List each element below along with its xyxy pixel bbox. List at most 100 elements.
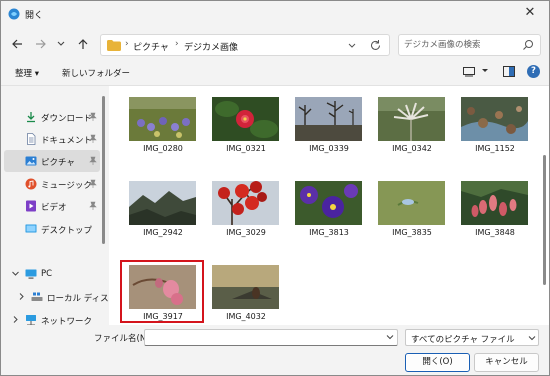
back-arrow-icon[interactable] bbox=[10, 37, 24, 51]
sidebar-item-label: ドキュメント bbox=[41, 136, 93, 146]
pin-icon[interactable] bbox=[89, 179, 97, 188]
pin-icon[interactable] bbox=[89, 201, 97, 210]
image-thumbnail bbox=[129, 97, 196, 141]
network-icon bbox=[26, 315, 36, 325]
file-name: IMG_1152 bbox=[475, 144, 515, 153]
file-name: IMG_3029 bbox=[226, 228, 266, 237]
file-name: IMG_2942 bbox=[143, 228, 183, 237]
sidebar-item-videos[interactable]: ビデオ bbox=[4, 195, 100, 217]
address-dropdown-icon[interactable] bbox=[347, 41, 357, 51]
search-box[interactable] bbox=[398, 34, 541, 56]
command-bar: 整理 ▾ 新しいフォルダー ? bbox=[1, 59, 549, 86]
file-name: IMG_4032 bbox=[226, 312, 266, 321]
image-thumbnail bbox=[212, 181, 279, 225]
file-item[interactable]: IMG_0339 bbox=[289, 86, 369, 158]
pin-icon[interactable] bbox=[89, 112, 97, 121]
filename-dropdown-icon[interactable] bbox=[386, 333, 394, 341]
breadcrumb-camera-images[interactable]: デジカメ画像 bbox=[184, 40, 238, 53]
file-item[interactable]: IMG_3813 bbox=[289, 170, 369, 242]
image-thumbnail bbox=[295, 97, 362, 141]
search-input[interactable] bbox=[404, 38, 516, 52]
image-thumbnail bbox=[461, 97, 528, 141]
sidebar-item-label: ミュージック bbox=[41, 181, 92, 191]
disk-icon bbox=[31, 292, 43, 301]
file-name: IMG_0339 bbox=[309, 144, 349, 153]
scrollbar-thumb[interactable] bbox=[102, 96, 105, 244]
sidebar-scrollbar[interactable] bbox=[102, 88, 106, 288]
file-name: IMG_0342 bbox=[392, 144, 432, 153]
breadcrumb-pictures[interactable]: ピクチャ bbox=[133, 40, 169, 53]
open-button[interactable]: 開く(O) bbox=[405, 353, 470, 372]
view-mode-icon[interactable] bbox=[463, 67, 475, 77]
pictures-icon bbox=[25, 156, 37, 166]
cancel-button[interactable]: キャンセル bbox=[474, 353, 539, 372]
image-thumbnail bbox=[378, 97, 445, 141]
file-item[interactable]: IMG_0280 bbox=[123, 86, 203, 158]
file-name: IMG_3813 bbox=[309, 228, 349, 237]
folder-icon bbox=[107, 40, 121, 51]
desktop-icon bbox=[25, 224, 37, 233]
chevron-right-icon[interactable] bbox=[17, 292, 26, 301]
file-item[interactable]: IMG_0321 bbox=[206, 86, 286, 158]
image-thumbnail bbox=[378, 181, 445, 225]
sidebar-item-pictures[interactable]: ピクチャ bbox=[4, 150, 100, 172]
sidebar-item-label: ネットワーク bbox=[41, 317, 93, 325]
file-name: IMG_0321 bbox=[226, 144, 266, 153]
sidebar-item-local-disk[interactable]: ローカル ディスク bbox=[4, 286, 109, 308]
pc-icon bbox=[25, 269, 37, 279]
close-button[interactable]: ✕ bbox=[523, 6, 537, 20]
image-thumbnail bbox=[461, 181, 528, 225]
address-bar[interactable]: › ピクチャ › デジカメ画像 bbox=[100, 34, 390, 56]
video-icon bbox=[26, 200, 36, 212]
sidebar-item-desktop[interactable]: デスクトップ bbox=[4, 218, 100, 240]
scrollbar-thumb[interactable] bbox=[543, 155, 546, 285]
file-name: IMG_3848 bbox=[475, 228, 515, 237]
image-thumbnail bbox=[212, 97, 279, 141]
open-file-dialog: 開く ✕ › ピクチャ › デジカメ画像 デジカメ画像の検索 整理 ▾ 新しいフ… bbox=[0, 0, 550, 376]
help-icon[interactable]: ? bbox=[527, 65, 540, 78]
document-icon bbox=[27, 133, 36, 145]
search-icon[interactable] bbox=[522, 39, 534, 51]
new-folder-button[interactable]: 新しいフォルダー bbox=[62, 67, 130, 79]
app-icon bbox=[8, 8, 20, 20]
sidebar-item-network[interactable]: ネットワーク bbox=[4, 309, 100, 325]
forward-arrow-icon[interactable] bbox=[34, 37, 48, 51]
organize-menu-button[interactable]: 整理 ▾ bbox=[15, 67, 39, 79]
image-thumbnail bbox=[212, 265, 279, 309]
chevron-right-icon[interactable] bbox=[11, 315, 20, 324]
window-title: 開く bbox=[25, 11, 44, 21]
image-thumbnail bbox=[295, 181, 362, 225]
file-name: IMG_3835 bbox=[392, 228, 432, 237]
content-scrollbar[interactable] bbox=[541, 91, 547, 323]
preview-pane-icon[interactable] bbox=[503, 66, 515, 77]
navigation-bar: › ピクチャ › デジカメ画像 bbox=[1, 27, 549, 59]
chevron-down-icon[interactable] bbox=[56, 37, 66, 51]
sidebar-item-label: ビデオ bbox=[41, 203, 67, 213]
sidebar-item-pc[interactable]: PC bbox=[4, 263, 100, 285]
up-arrow-icon[interactable] bbox=[76, 37, 90, 51]
filetype-value: すべてのピクチャ ファイル bbox=[411, 335, 515, 345]
file-item[interactable]: IMG_3835 bbox=[372, 170, 452, 242]
sidebar-item-documents[interactable]: ドキュメント bbox=[4, 128, 100, 150]
file-item[interactable]: IMG_3029 bbox=[206, 170, 286, 242]
file-item[interactable]: IMG_3848 bbox=[455, 170, 535, 242]
file-item[interactable]: IMG_0342 bbox=[372, 86, 452, 158]
filename-input[interactable] bbox=[144, 329, 398, 346]
chevron-down-icon bbox=[528, 336, 536, 341]
filetype-select[interactable]: すべてのピクチャ ファイル bbox=[405, 329, 539, 346]
title-bar: 開く ✕ bbox=[1, 1, 549, 27]
file-item[interactable]: IMG_2942 bbox=[123, 170, 203, 242]
file-item[interactable]: IMG_1152 bbox=[455, 86, 535, 158]
pin-icon[interactable] bbox=[89, 134, 97, 143]
sidebar-item-label: デスクトップ bbox=[41, 226, 93, 236]
chevron-down-icon[interactable] bbox=[11, 269, 20, 278]
refresh-icon[interactable] bbox=[369, 39, 382, 52]
sidebar-item-label: ピクチャ bbox=[41, 158, 75, 168]
sidebar-item-label: ダウンロード bbox=[41, 114, 93, 124]
file-item[interactable]: IMG_4032 bbox=[206, 254, 286, 325]
sidebar-item-music[interactable]: ミュージック bbox=[4, 173, 100, 195]
pin-icon[interactable] bbox=[89, 156, 97, 165]
sidebar-item-downloads[interactable]: ダウンロード bbox=[4, 106, 100, 128]
file-name: IMG_0280 bbox=[143, 144, 183, 153]
view-dropdown-icon[interactable] bbox=[481, 66, 489, 74]
